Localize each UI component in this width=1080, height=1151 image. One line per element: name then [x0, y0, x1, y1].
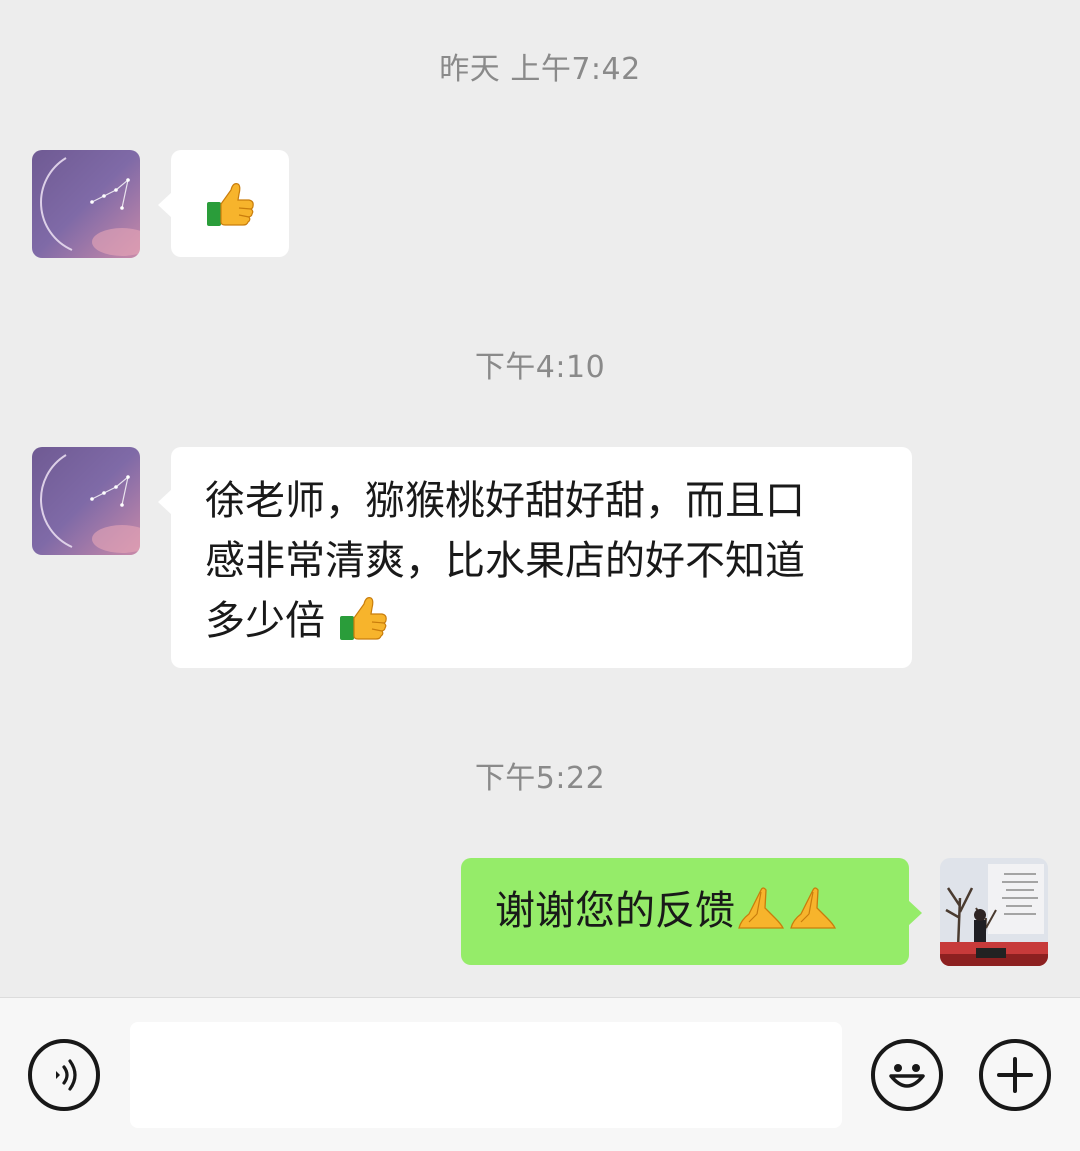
message-line: 多少倍 [205, 598, 325, 644]
thumbs-up-icon [338, 594, 388, 659]
avatar-self[interactable] [940, 858, 1048, 966]
avatar[interactable] [32, 150, 140, 258]
message-input[interactable] [130, 1022, 842, 1128]
timestamp: 下午4:10 [474, 350, 606, 385]
message-line-with-emoji: 多少倍 [205, 591, 882, 659]
message-text: 谢谢您的反馈 [495, 888, 735, 934]
message-line: 感非常清爽，比水果店的好不知道 [205, 538, 805, 584]
plus-icon[interactable] [979, 1039, 1051, 1111]
folded-hands-icon [735, 884, 787, 949]
thumbs-up-icon [205, 180, 255, 245]
timestamp: 下午5:22 [474, 761, 606, 796]
input-bar [0, 997, 1080, 1151]
message-bubble-incoming[interactable]: 徐老师，猕猴桃好甜好甜，而且口 感非常清爽，比水果店的好不知道 多少倍 [158, 447, 912, 668]
message-bubble-incoming[interactable] [158, 150, 289, 257]
message-bubble-outgoing[interactable]: 谢谢您的反馈 [461, 858, 922, 965]
smiley-icon[interactable] [871, 1039, 943, 1111]
chat-area: 昨天 上午7:42 下午4:10 徐老师，猕猴桃好甜好甜，而且口 感非常清爽，比… [0, 0, 1080, 997]
message-line: 徐老师，猕猴桃好甜好甜，而且口 [205, 478, 805, 524]
timestamp: 昨天 上午7:42 [439, 52, 641, 87]
avatar[interactable] [32, 447, 140, 555]
folded-hands-icon [787, 884, 839, 949]
voice-icon[interactable] [28, 1039, 100, 1111]
